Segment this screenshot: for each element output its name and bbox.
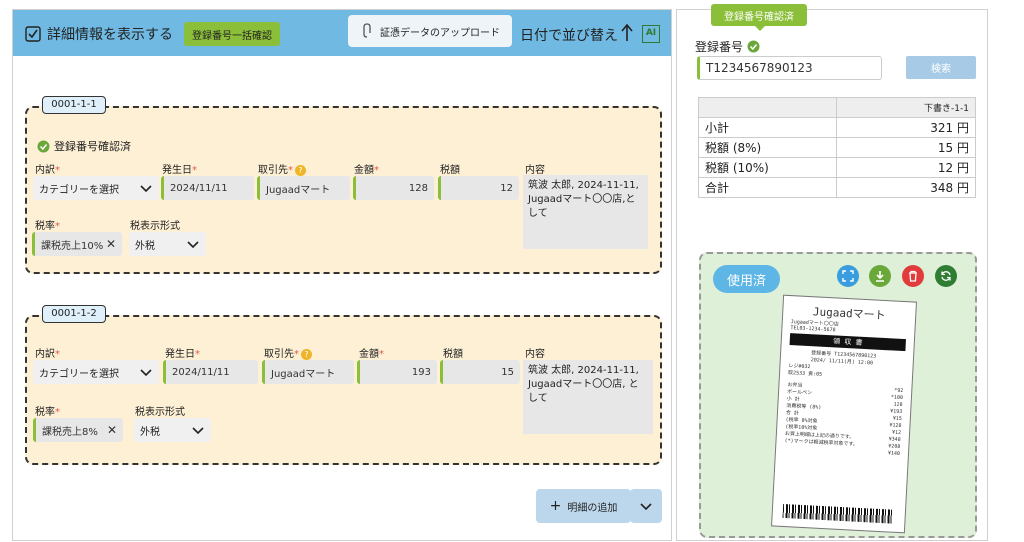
used-button[interactable]: 使用済	[713, 265, 780, 293]
table-row: 税額 (8%) 15 円	[698, 137, 976, 158]
show-details-label: 詳細情報を表示する	[47, 27, 173, 43]
entry-status: 登録番号確認済	[37, 138, 131, 154]
partner-label: 取引先*?	[264, 345, 312, 360]
entry-card: 内訳* カテゴリーを選択 発生日* 2024/11/11 取引先*? Jugaa…	[25, 315, 662, 465]
show-details-toggle[interactable]: 詳細情報を表示する	[25, 24, 173, 44]
content-field[interactable]: 筑波 太郎, 2024-11-11, Jugaadマート〇〇店, として	[523, 360, 653, 434]
content-label: 内容	[525, 165, 545, 176]
partner-label: 取引先*?	[258, 161, 306, 176]
receipt-panel: 登録番号確認済 登録番号 T1234567890123 検索 下書き-1-1 小…	[676, 4, 988, 541]
tax-field[interactable]: 15	[440, 360, 520, 384]
ai-icon[interactable]: AI	[642, 25, 660, 43]
entry-card: 登録番号確認済 内訳* カテゴリーを選択 発生日* 2024/11/11 取引先…	[25, 106, 662, 274]
date-field[interactable]: 2024/11/11	[161, 176, 254, 200]
tax-display-label: 税表示形式	[130, 221, 180, 232]
rate-field[interactable]: 課税売上8% ✕	[33, 418, 123, 442]
status-label: 登録番号確認済	[54, 140, 131, 153]
amount-label: 金額*	[359, 349, 384, 360]
content-label: 内容	[525, 349, 545, 360]
tax-display-select[interactable]: 外税	[134, 418, 211, 442]
amount-label: 金額*	[354, 165, 379, 176]
sort-label[interactable]: 日付で並び替え	[520, 25, 618, 45]
bulk-check-button[interactable]: 登録番号一括確認	[184, 22, 280, 46]
entry-panel: 詳細情報を表示する 登録番号一括確認 証憑データのアップロード 日付で並び替え …	[12, 9, 672, 541]
chevron-down-icon	[140, 185, 152, 193]
table-row: 税額 (10%) 12 円	[698, 157, 976, 178]
content-field[interactable]: 筑波 太郎, 2024-11-11, Jugaadマート〇〇店,として	[523, 175, 648, 249]
chevron-down-icon	[187, 241, 199, 249]
chevron-down-icon	[140, 369, 152, 377]
chevron-down-icon	[640, 503, 652, 511]
barcode	[782, 503, 894, 524]
date-label: 発生日*	[162, 165, 197, 176]
tax-field[interactable]: 12	[438, 176, 519, 200]
category-label: 内訳*	[35, 349, 60, 360]
clear-icon[interactable]: ✕	[107, 423, 117, 437]
verified-badge: 登録番号確認済	[711, 4, 807, 26]
category-label: 内訳*	[35, 165, 60, 176]
category-select[interactable]: カテゴリーを選択	[33, 360, 159, 384]
tax-label: 税額	[443, 349, 463, 360]
entry-id-tag: 0001-1-2	[42, 305, 106, 323]
date-label: 発生日*	[165, 349, 200, 360]
upload-label: 証憑データのアップロード	[380, 27, 500, 39]
rate-label: 税率*	[35, 407, 60, 418]
rate-field[interactable]: 課税売上10% ✕	[32, 232, 122, 256]
summary-header: 下書き-1-1	[836, 97, 976, 118]
tax-display-label: 税表示形式	[135, 407, 185, 418]
add-detail-dropdown[interactable]	[630, 489, 662, 523]
check-circle-icon	[37, 140, 50, 152]
amount-field[interactable]: 193	[357, 360, 437, 384]
entry-id-tag: 0001-1-1	[42, 96, 106, 114]
partner-field[interactable]: Jugaadマート	[257, 176, 350, 200]
trash-icon[interactable]	[902, 265, 924, 287]
summary-table: 下書き-1-1 小計 321 円 税額 (8%) 15 円 税額 (10%) 12 円…	[698, 97, 976, 198]
amount-field[interactable]: 128	[353, 176, 434, 200]
refresh-icon[interactable]	[935, 265, 957, 287]
rate-label: 税率*	[35, 221, 60, 232]
chevron-down-icon	[192, 427, 204, 435]
tax-display-select[interactable]: 外税	[129, 232, 206, 256]
table-row: 合計 348 円	[698, 177, 976, 198]
table-row: 小計 321 円	[698, 117, 976, 138]
date-field[interactable]: 2024/11/11	[163, 360, 258, 384]
plus-icon: +	[549, 498, 562, 514]
add-detail-label: 明細の追加	[567, 502, 618, 514]
upload-button[interactable]: 証憑データのアップロード	[348, 15, 512, 47]
receipt-image: Jugaadマート Jugaadマート〇〇店 TEL03-1234-5678 領…	[771, 294, 917, 534]
clear-icon[interactable]: ✕	[106, 237, 116, 251]
top-toolbar: 詳細情報を表示する 登録番号一括確認 証憑データのアップロード 日付で並び替え …	[13, 10, 671, 56]
reg-heading: 登録番号	[695, 38, 760, 55]
receipt-dropzone[interactable]: 使用済 Jugaadマート Jugaadマート〇〇店 TEL03-1234-56…	[699, 252, 977, 538]
paperclip-icon	[363, 23, 371, 38]
receipt-body: お弁当 ボールペン小 計消費税等 (8%) 合 計 (税率 8%対象 (税率10%対象お…	[784, 382, 904, 457]
download-icon[interactable]	[869, 265, 891, 287]
search-button[interactable]: 検索	[906, 56, 976, 79]
check-circle-icon	[747, 40, 760, 53]
add-detail-button[interactable]: + 明細の追加	[536, 489, 631, 523]
partner-field[interactable]: Jugaadマート	[262, 360, 354, 384]
help-icon[interactable]: ?	[295, 165, 306, 176]
reg-number-input[interactable]: T1234567890123	[697, 56, 882, 80]
expand-icon[interactable]	[837, 265, 859, 287]
category-select[interactable]: カテゴリーを選択	[33, 176, 159, 200]
tax-label: 税額	[440, 165, 460, 176]
sort-arrow-up-icon[interactable]	[621, 24, 633, 42]
checkbox-icon[interactable]	[25, 26, 41, 42]
help-icon[interactable]: ?	[301, 349, 312, 360]
badge-pointer	[754, 25, 766, 31]
reg-label: 登録番号	[695, 40, 744, 54]
